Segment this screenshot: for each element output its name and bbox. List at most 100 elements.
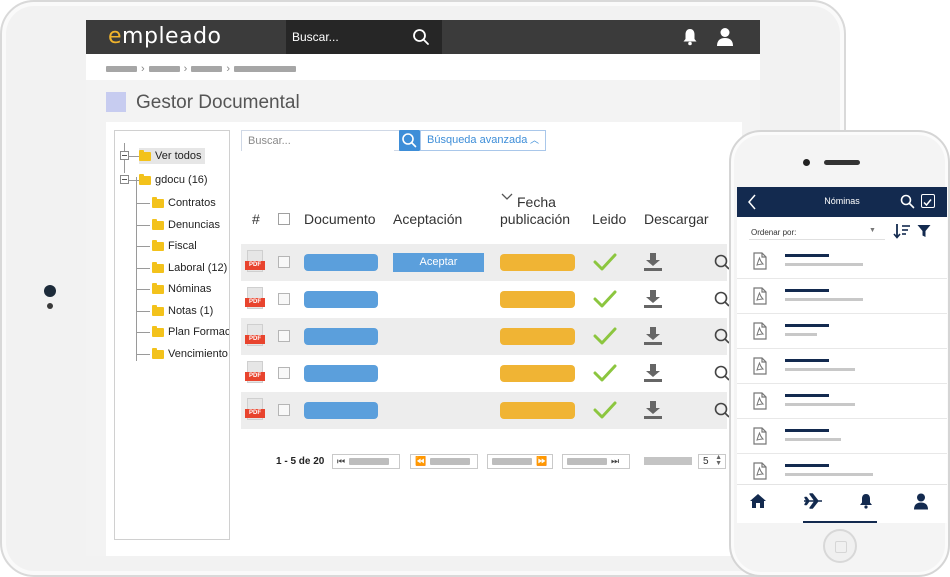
bell-icon[interactable] <box>859 493 873 509</box>
grid-search-button[interactable] <box>399 130 420 151</box>
table-row[interactable]: PDF <box>241 318 730 355</box>
pdf-file-icon <box>753 427 767 445</box>
table-row[interactable]: PDF <box>241 281 730 318</box>
list-item-subtitle <box>785 473 873 476</box>
magnifier-icon[interactable] <box>714 291 730 307</box>
pdf-file-icon <box>753 252 767 270</box>
breadcrumb-item[interactable] <box>191 66 223 72</box>
tree-item-label: Vencimiento <box>168 348 228 360</box>
tree-item[interactable]: Notas (1) <box>152 303 213 319</box>
pager-prev-button[interactable]: ⏪ <box>410 454 478 469</box>
download-icon[interactable] <box>643 400 663 420</box>
column-header-document[interactable]: Documento <box>304 211 376 227</box>
tree-item-label: Denuncias <box>168 219 220 231</box>
airplane-icon[interactable] <box>803 493 823 509</box>
tree-collapse-icon[interactable] <box>120 175 129 184</box>
tree-item[interactable]: Denuncias <box>152 217 220 233</box>
list-item-title <box>785 429 829 432</box>
breadcrumb-item[interactable] <box>106 66 137 72</box>
list-item-subtitle <box>785 403 855 406</box>
row-checkbox[interactable] <box>278 404 290 416</box>
header-search-input[interactable] <box>292 28 402 46</box>
sort-dropdown-caret-icon[interactable]: ▼ <box>869 227 876 234</box>
row-checkbox[interactable] <box>278 293 290 305</box>
tree-connector <box>136 311 150 312</box>
advanced-search-label: Búsqueda avanzada <box>427 134 528 146</box>
list-item[interactable] <box>737 349 947 384</box>
magnifier-icon[interactable] <box>714 328 730 344</box>
folder-icon <box>139 173 151 185</box>
tree-item[interactable]: Plan Formac <box>152 324 229 340</box>
sort-dropdown-underline[interactable] <box>749 239 885 240</box>
select-mode-checkbox-icon[interactable] <box>921 194 935 208</box>
prev-page-icon: ⏪ <box>415 456 427 466</box>
list-item[interactable] <box>737 314 947 349</box>
filter-icon[interactable] <box>917 224 931 238</box>
pager-first-button[interactable]: ⏮ <box>332 454 400 469</box>
app-header: empleado <box>86 20 760 54</box>
tree-item-gdocu[interactable]: gdocu (16) <box>139 172 208 188</box>
user-icon[interactable] <box>913 493 929 510</box>
phone-home-button[interactable] <box>823 529 857 563</box>
document-name-placeholder[interactable] <box>304 365 378 382</box>
pager-last-button[interactable]: ⏭ <box>562 454 630 469</box>
download-icon[interactable] <box>643 252 663 272</box>
pager-summary: 1 - 5 de 20 <box>276 456 325 467</box>
sort-icon[interactable] <box>893 223 911 239</box>
pager-page-input[interactable] <box>644 457 692 465</box>
document-name-placeholder[interactable] <box>304 402 378 419</box>
row-checkbox[interactable] <box>278 330 290 342</box>
document-name-placeholder[interactable] <box>304 291 378 308</box>
tree-item[interactable]: Nóminas <box>152 281 211 297</box>
tree-item[interactable]: Contratos <box>152 195 216 211</box>
user-icon[interactable] <box>716 27 734 47</box>
tree-item[interactable]: Laboral (12) <box>152 260 227 276</box>
document-name-placeholder[interactable] <box>304 254 378 271</box>
breadcrumb-item[interactable] <box>148 66 180 72</box>
list-item[interactable] <box>737 419 947 454</box>
download-icon[interactable] <box>643 326 663 346</box>
tree-connector <box>136 354 150 355</box>
row-checkbox[interactable] <box>278 367 290 379</box>
list-item[interactable] <box>737 244 947 279</box>
page-size-select[interactable]: 5 ▲ ▼ <box>698 454 726 469</box>
tree-collapse-icon[interactable] <box>120 151 129 160</box>
pdf-tag: PDF <box>245 298 265 307</box>
magnifier-icon[interactable] <box>714 365 730 381</box>
download-icon[interactable] <box>643 289 663 309</box>
bell-icon[interactable] <box>682 28 698 46</box>
table-row[interactable]: PDF <box>241 392 730 429</box>
search-icon[interactable] <box>900 194 915 209</box>
search-icon[interactable] <box>412 28 430 46</box>
column-header-read[interactable]: Leido <box>592 211 626 227</box>
pager-next-button[interactable]: ⏩ <box>487 454 553 469</box>
column-header-date-line2[interactable]: publicación <box>500 211 570 227</box>
list-item[interactable] <box>737 279 947 314</box>
list-item[interactable] <box>737 384 947 419</box>
list-item-title <box>785 464 829 467</box>
list-item-subtitle <box>785 298 863 301</box>
select-all-checkbox[interactable] <box>278 213 290 225</box>
table-row[interactable]: PDF Aceptar <box>241 244 730 281</box>
magnifier-icon[interactable] <box>714 402 730 418</box>
tablet-camera <box>44 285 56 297</box>
row-checkbox[interactable] <box>278 256 290 268</box>
read-checkmark-icon <box>593 327 617 345</box>
tree-item-label: gdocu (16) <box>155 174 208 186</box>
tree-item[interactable]: Vencimiento <box>152 346 228 362</box>
home-icon[interactable] <box>749 493 767 509</box>
magnifier-icon[interactable] <box>714 254 730 270</box>
tree-connector <box>136 177 137 361</box>
table-row[interactable]: PDF <box>241 355 730 392</box>
grid-search-input[interactable] <box>242 131 394 151</box>
column-header-date-line1[interactable]: Fecha <box>517 194 556 210</box>
app-logo[interactable]: empleado <box>108 24 222 49</box>
column-header-acceptance[interactable]: Aceptación <box>393 211 462 227</box>
column-header-download: Descargar <box>644 211 709 227</box>
document-name-placeholder[interactable] <box>304 328 378 345</box>
tree-item-ver-todos[interactable]: Ver todos <box>139 148 206 164</box>
advanced-search-button[interactable]: Búsqueda avanzada ︿ <box>420 130 546 151</box>
tree-item[interactable]: Fiscal <box>152 238 197 254</box>
download-icon[interactable] <box>643 363 663 383</box>
accept-button[interactable]: Aceptar <box>393 253 484 272</box>
